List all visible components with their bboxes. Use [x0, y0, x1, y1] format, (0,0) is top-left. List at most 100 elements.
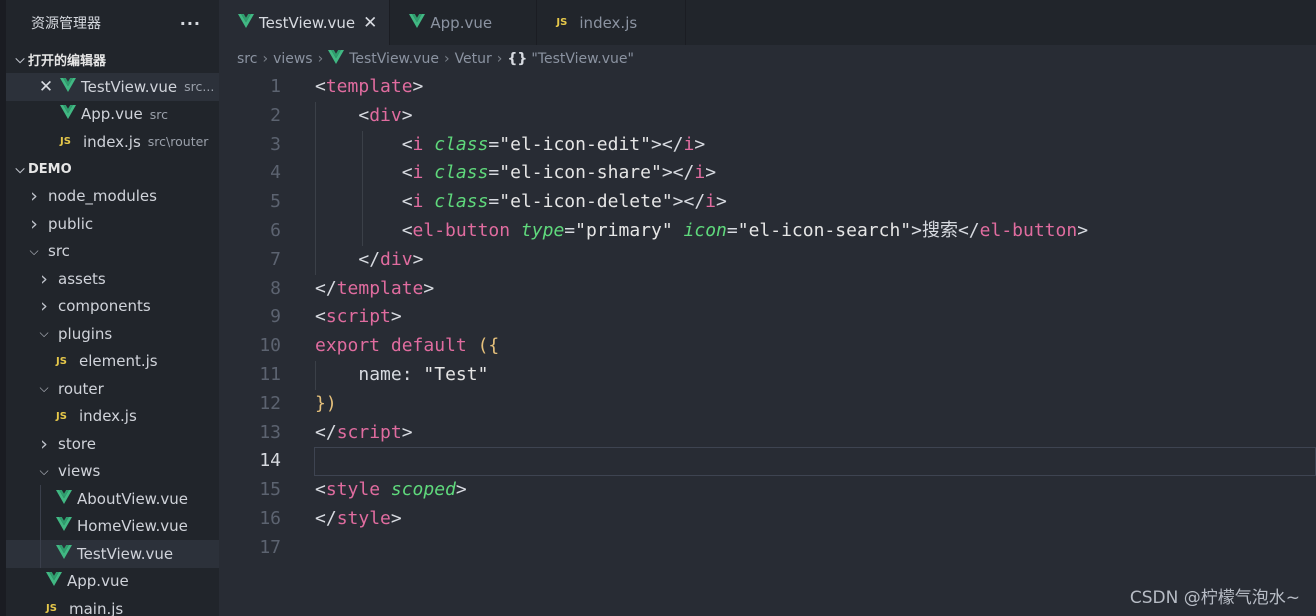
code-token: class — [434, 191, 489, 213]
code-token: < — [315, 76, 326, 97]
breadcrumb-item[interactable]: views — [273, 51, 313, 67]
open-editor-name: App.vue — [81, 105, 143, 124]
more-actions-icon[interactable]: ··· — [180, 14, 201, 33]
tree-item-index-js[interactable]: JS index.js — [6, 403, 219, 431]
close-icon[interactable]: ✕ — [38, 77, 54, 97]
vue-icon — [409, 13, 427, 32]
code-token: template — [325, 76, 413, 97]
tree-item-aboutview-vue[interactable]: AboutView.vue — [6, 485, 219, 513]
vue-icon — [46, 572, 64, 590]
open-editor-name: TestView.vue — [81, 77, 178, 96]
tree-item-homeview-vue[interactable]: HomeView.vue — [6, 513, 219, 541]
js-icon: JS — [56, 410, 67, 422]
tree-item-main-js[interactable]: JS main.js — [6, 595, 219, 616]
breadcrumb-item[interactable]: src — [237, 51, 257, 67]
tree-item-app-vue[interactable]: App.vue — [6, 568, 219, 596]
current-line-highlight — [314, 447, 1316, 477]
code-line: 8 </template> — [219, 275, 1316, 304]
tree-item-element-js[interactable]: JS element.js — [6, 348, 219, 376]
code-token: "el-icon-share" — [499, 162, 662, 184]
vue-icon — [328, 50, 346, 68]
breadcrumb-item[interactable]: TestView.vue — [349, 51, 439, 67]
tree-item-label: plugins — [58, 324, 113, 343]
code-token: default — [390, 335, 467, 357]
indent-guide — [362, 130, 363, 246]
code-token: style — [325, 479, 381, 501]
js-icon: JS — [556, 17, 568, 28]
tab-label: TestView.vue — [259, 13, 356, 32]
tree-item-store[interactable]: › store — [6, 430, 219, 458]
code-token: = — [488, 133, 500, 155]
tab-testview-vue[interactable]: TestView.vue ✕ — [219, 0, 391, 45]
line-number: 3 — [270, 133, 281, 155]
code-token: > — [390, 306, 402, 328]
code-token: </ — [957, 219, 980, 241]
chevron-down-icon: ⌵ — [39, 463, 49, 478]
line-number: 16 — [259, 507, 281, 529]
tree-item-node-modules[interactable]: › node_modules — [6, 183, 219, 211]
code-editor[interactable]: 1 <template> 2 <div> 3 <i class="el-icon-ed… — [219, 73, 1316, 563]
breadcrumb-symbol[interactable]: "TestView.vue" — [531, 51, 634, 67]
close-icon[interactable]: ✕ — [363, 13, 377, 33]
explorer-header: 资源管理器 ··· — [6, 0, 219, 46]
vue-icon — [238, 13, 256, 32]
code-token: template — [336, 277, 424, 299]
tree-item-label: public — [48, 214, 94, 233]
code-text: <el-button type="primary" icon="el-icon-… — [281, 217, 1088, 246]
chevron-right-icon: › — [262, 51, 269, 67]
code-token: name — [358, 363, 402, 385]
code-line: 17 — [219, 534, 1316, 563]
line-number: 9 — [270, 306, 281, 328]
code-token: : — [401, 363, 424, 385]
code-token: > — [401, 421, 413, 443]
code-token: i — [705, 191, 717, 213]
open-editors-section[interactable]: ⌵ 打开的编辑器 — [6, 46, 219, 73]
code-token: i — [412, 133, 424, 155]
code-token: scoped — [390, 479, 456, 501]
open-editor-item[interactable]: ✕ TestView.vue src... — [6, 73, 219, 101]
chevron-right-icon: › — [30, 212, 38, 235]
tab-app-vue[interactable]: App.vue — [390, 0, 538, 45]
code-token: < — [315, 306, 326, 328]
code-token: 搜索 — [921, 219, 958, 241]
chevron-down-icon: ⌵ — [39, 326, 49, 341]
project-section[interactable]: ⌵ DEMO — [6, 156, 219, 183]
vscode-window: 资源管理器 ··· ⌵ 打开的编辑器 ✕ TestView.vue src... Ap… — [0, 0, 1316, 616]
code-token: < — [358, 104, 370, 126]
code-line: 10 export default ({ — [219, 332, 1316, 361]
code-token: > — [390, 507, 402, 529]
tree-item-src[interactable]: ⌵ src — [6, 238, 219, 266]
breadcrumb-item[interactable]: Vetur — [455, 51, 492, 67]
code-text: <i class="el-icon-delete"></i> — [281, 188, 727, 217]
tree-item-label: main.js — [69, 599, 124, 616]
tree-item-testview-vue[interactable]: TestView.vue — [6, 540, 219, 568]
line-number: 4 — [270, 162, 281, 184]
code-line: 5 <i class="el-icon-delete"></i> — [219, 188, 1316, 217]
tree-item-router[interactable]: ⌵ router — [6, 375, 219, 403]
open-editor-path: src — [149, 106, 168, 122]
open-editor-item[interactable]: JS index.js src\router — [6, 128, 219, 156]
tree-item-assets[interactable]: › assets — [6, 265, 219, 293]
code-token: "el-icon-edit" — [499, 133, 651, 155]
tree-item-label: views — [58, 462, 101, 481]
code-token: icon — [683, 219, 727, 241]
open-editors-title: 打开的编辑器 — [28, 54, 107, 69]
tree-item-public[interactable]: › public — [6, 210, 219, 238]
code-text: <script> — [281, 303, 402, 332]
code-token: = — [488, 191, 500, 213]
tree-item-views[interactable]: ⌵ views — [6, 458, 219, 486]
code-token: > — [455, 479, 467, 501]
tree-item-plugins[interactable]: ⌵ plugins — [6, 320, 219, 348]
tree-item-label: node_modules — [48, 187, 157, 206]
breadcrumb: src › views › TestView.vue › Vetur ›{} "TestView… — [219, 45, 1316, 73]
tree-item-components[interactable]: › components — [6, 293, 219, 321]
tree-item-label: TestView.vue — [77, 544, 174, 563]
open-editor-item[interactable]: App.vue src — [6, 101, 219, 129]
line-number: 15 — [259, 479, 281, 501]
tab-index-js[interactable]: JS index.js — [537, 0, 687, 45]
code-token: el-button — [979, 219, 1078, 241]
